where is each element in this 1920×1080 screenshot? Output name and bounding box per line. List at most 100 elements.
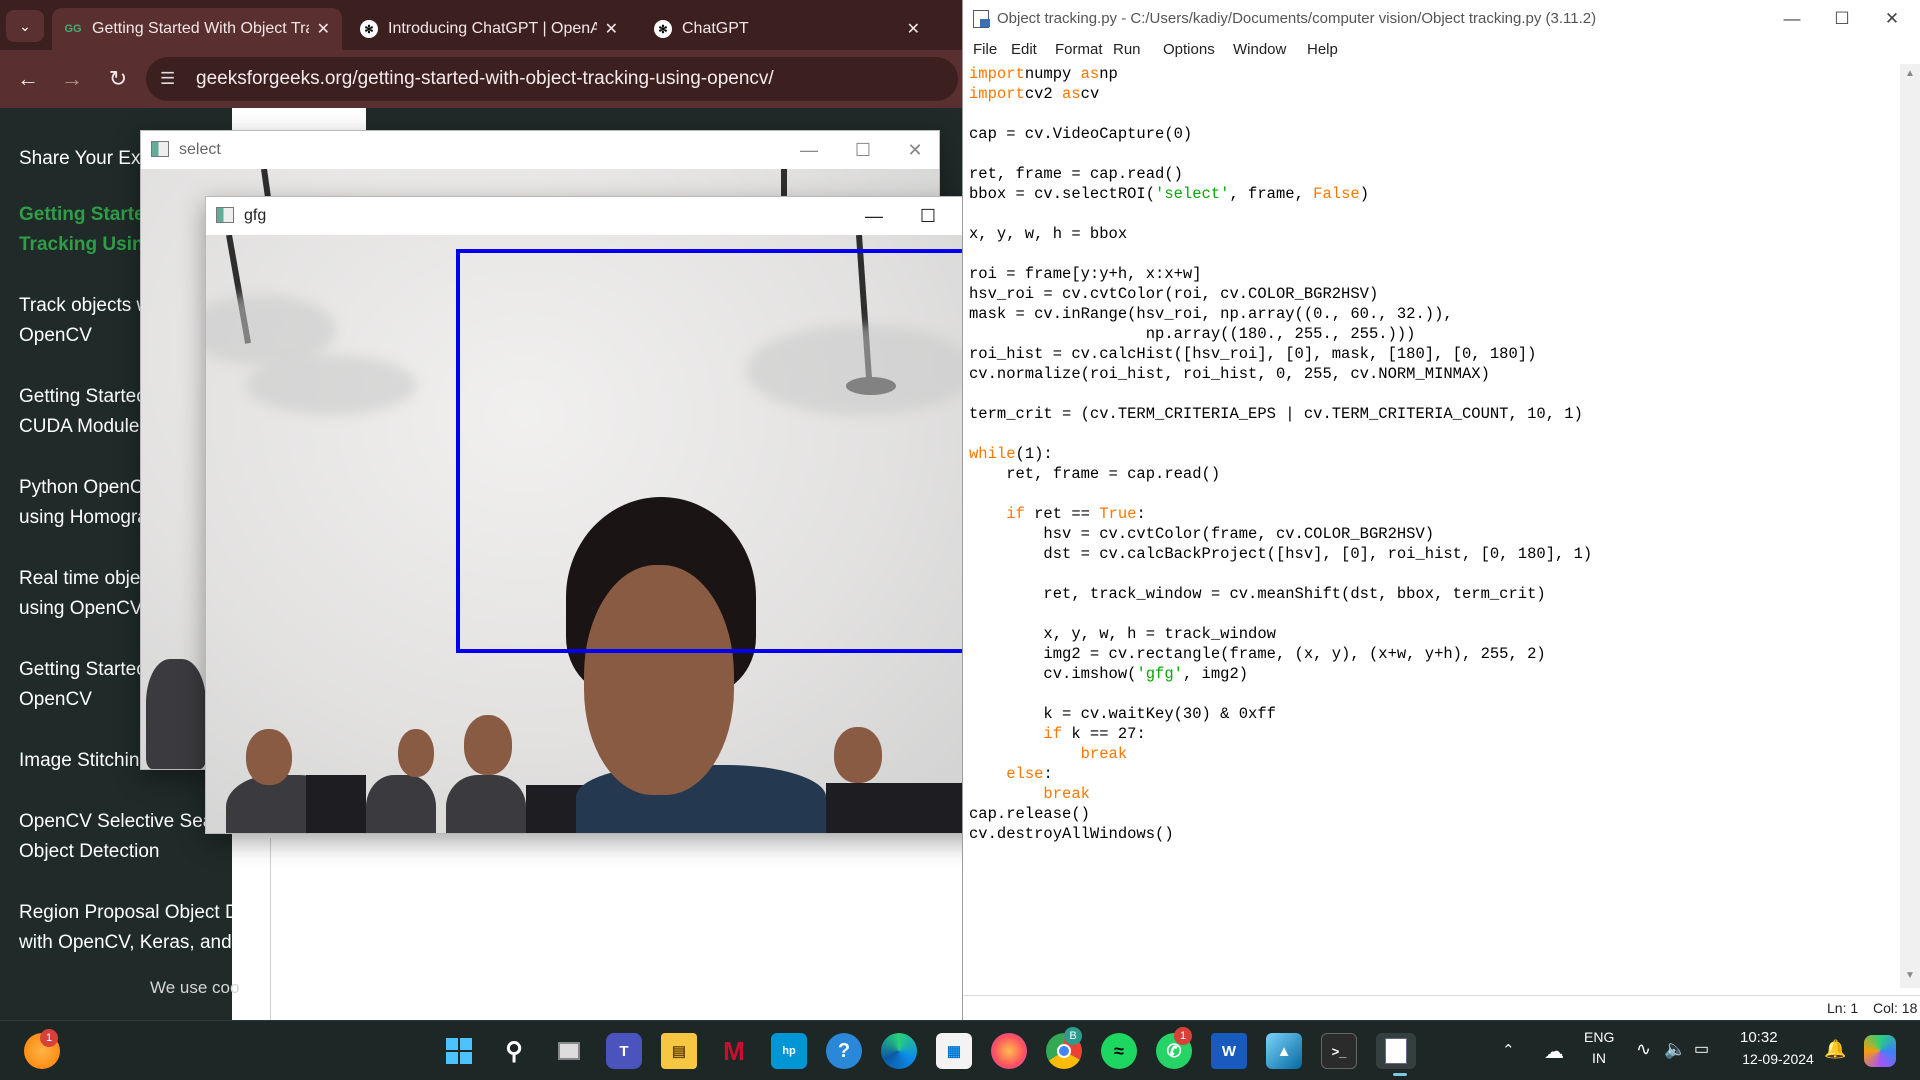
code-line[interactable]: [969, 684, 1898, 704]
language-indicator[interactable]: ENG: [1584, 1029, 1614, 1045]
code-line[interactable]: roi = frame[y:y+h, x:x+w]: [969, 264, 1898, 284]
code-line[interactable]: bbox = cv.selectROI('select', frame, Fal…: [969, 184, 1898, 204]
edge-icon[interactable]: [881, 1033, 917, 1069]
menu-window[interactable]: Window: [1233, 41, 1286, 58]
get-help-icon[interactable]: ?: [826, 1033, 862, 1069]
code-line[interactable]: cap = cv.VideoCapture(0): [969, 124, 1898, 144]
code-line[interactable]: [969, 484, 1898, 504]
region-indicator[interactable]: IN: [1592, 1050, 1606, 1066]
editor-scrollbar[interactable]: ▲ ▼: [1900, 64, 1920, 988]
onedrive-icon[interactable]: ☁: [1544, 1039, 1564, 1064]
code-line[interactable]: break: [969, 784, 1898, 804]
start-icon[interactable]: [441, 1033, 477, 1069]
code-line[interactable]: np.array((180., 255., 255.))): [969, 324, 1898, 344]
tab-search-button[interactable]: ⌄: [6, 10, 44, 42]
menu-options[interactable]: Options: [1163, 41, 1215, 58]
tab-close-icon[interactable]: ✕: [907, 19, 920, 39]
code-line[interactable]: k = cv.waitKey(30) & 0xff: [969, 704, 1898, 724]
tab-close-icon[interactable]: ✕: [317, 19, 330, 39]
code-line[interactable]: dst = cv.calcBackProject([hsv], [0], roi…: [969, 544, 1898, 564]
code-line[interactable]: cv.imshow('gfg', img2): [969, 664, 1898, 684]
code-line[interactable]: [969, 384, 1898, 404]
myhp-icon[interactable]: hp: [771, 1033, 807, 1069]
code-line[interactable]: img2 = cv.rectangle(frame, (x, y), (x+w,…: [969, 644, 1898, 664]
firefox-icon[interactable]: [991, 1033, 1027, 1069]
opencv-gfg-window[interactable]: gfg — ☐ ✕: [205, 196, 1005, 834]
maximize-icon[interactable]: ☐: [1819, 4, 1865, 34]
code-line[interactable]: ret, frame = cap.read(): [969, 464, 1898, 484]
code-line[interactable]: mask = cv.inRange(hsv_roi, np.array((0.,…: [969, 304, 1898, 324]
sidebar-link[interactable]: OpenCV Selective Sear: [19, 807, 234, 837]
code-line[interactable]: [969, 604, 1898, 624]
gfg-window-titlebar[interactable]: gfg — ☐ ✕: [206, 197, 1004, 235]
code-line[interactable]: [969, 564, 1898, 584]
minimize-icon[interactable]: —: [1769, 4, 1815, 34]
file-explorer-icon[interactable]: ▤: [661, 1033, 697, 1069]
minimize-icon[interactable]: —: [787, 135, 831, 165]
photos-icon[interactable]: ▲: [1266, 1033, 1302, 1069]
tab-geeksforgeeks[interactable]: GG Getting Started With Object Tra ✕: [52, 8, 342, 50]
back-arrow-icon[interactable]: ←: [12, 63, 44, 95]
show-hidden-icons-icon[interactable]: ⌃: [1502, 1041, 1515, 1059]
volume-muted-icon[interactable]: 🔈: [1664, 1039, 1686, 1060]
code-line[interactable]: importcv2 ascv: [969, 84, 1898, 104]
select-window-titlebar[interactable]: select — ☐ ✕: [141, 131, 939, 169]
scroll-down-icon[interactable]: ▼: [1905, 970, 1915, 981]
microsoft-store-icon[interactable]: ▦: [936, 1033, 972, 1069]
code-line[interactable]: term_crit = (cv.TERM_CRITERIA_EPS | cv.T…: [969, 404, 1898, 424]
menu-run[interactable]: Run: [1113, 41, 1141, 58]
maximize-icon[interactable]: ☐: [841, 135, 885, 165]
tab-introducing-chatgpt[interactable]: ✻ Introducing ChatGPT | OpenAI ✕: [348, 8, 630, 50]
scroll-up-icon[interactable]: ▲: [1905, 68, 1915, 79]
sidebar-link[interactable]: Region Proposal Object D: [19, 898, 234, 928]
code-line[interactable]: break: [969, 744, 1898, 764]
terminal-icon[interactable]: >_: [1321, 1033, 1357, 1069]
notification-bell-icon[interactable]: 🔔: [1824, 1039, 1846, 1060]
code-line[interactable]: importnumpy asnp: [969, 64, 1898, 84]
forward-arrow-icon[interactable]: →: [56, 63, 88, 95]
code-line[interactable]: cv.destroyAllWindows(): [969, 824, 1898, 844]
menu-help[interactable]: Help: [1307, 41, 1338, 58]
code-line[interactable]: hsv = cv.cvtColor(frame, cv.COLOR_BGR2HS…: [969, 524, 1898, 544]
code-line[interactable]: hsv_roi = cv.cvtColor(roi, cv.COLOR_BGR2…: [969, 284, 1898, 304]
task-view-icon[interactable]: [551, 1033, 587, 1069]
idle-taskbar-icon[interactable]: [1376, 1033, 1416, 1069]
address-bar[interactable]: ☰ geeksforgeeks.org/getting-started-with…: [146, 57, 958, 101]
clock-date[interactable]: 12-09-2024: [1738, 1051, 1818, 1067]
code-line[interactable]: [969, 204, 1898, 224]
maximize-icon[interactable]: ☐: [906, 201, 950, 231]
spotify-icon[interactable]: ≈: [1101, 1033, 1137, 1069]
reload-icon[interactable]: ↻: [102, 63, 134, 95]
code-line[interactable]: cv.normalize(roi_hist, roi_hist, 0, 255,…: [969, 364, 1898, 384]
code-line[interactable]: [969, 144, 1898, 164]
copilot-icon[interactable]: [1864, 1035, 1896, 1067]
idle-titlebar[interactable]: Object tracking.py - C:/Users/kadiy/Docu…: [963, 0, 1920, 38]
code-line[interactable]: roi_hist = cv.calcHist([hsv_roi], [0], m…: [969, 344, 1898, 364]
code-line[interactable]: x, y, w, h = track_window: [969, 624, 1898, 644]
wifi-icon[interactable]: ∿: [1636, 1039, 1651, 1060]
code-line[interactable]: else:: [969, 764, 1898, 784]
code-line[interactable]: [969, 104, 1898, 124]
battery-icon[interactable]: ▭: [1694, 1039, 1709, 1059]
code-line[interactable]: if ret == True:: [969, 504, 1898, 524]
close-icon[interactable]: ✕: [893, 135, 937, 165]
teams-icon[interactable]: T: [606, 1033, 642, 1069]
mcafee-icon[interactable]: M: [716, 1033, 752, 1069]
code-line[interactable]: ret, frame = cap.read(): [969, 164, 1898, 184]
code-line[interactable]: x, y, w, h = bbox: [969, 224, 1898, 244]
sidebar-link-line2[interactable]: with OpenCV, Keras, and: [19, 928, 234, 958]
menu-file[interactable]: File: [973, 41, 997, 58]
code-line[interactable]: if k == 27:: [969, 724, 1898, 744]
minimize-icon[interactable]: —: [852, 201, 896, 231]
code-line[interactable]: ret, track_window = cv.meanShift(dst, bb…: [969, 584, 1898, 604]
code-line[interactable]: [969, 244, 1898, 264]
code-editor[interactable]: importnumpy asnp importcv2 ascv cap = cv.V…: [963, 64, 1898, 988]
code-line[interactable]: cap.release(): [969, 804, 1898, 824]
tab-chatgpt[interactable]: ✻ ChatGPT ✕: [642, 8, 932, 50]
search-icon[interactable]: ⚲: [496, 1033, 532, 1069]
sidebar-link-line2[interactable]: Object Detection: [19, 837, 234, 867]
site-info-icon[interactable]: ☰: [160, 69, 175, 89]
clock-time[interactable]: 10:32: [1740, 1029, 1778, 1046]
close-icon[interactable]: ✕: [1869, 4, 1915, 34]
code-line[interactable]: [969, 424, 1898, 444]
